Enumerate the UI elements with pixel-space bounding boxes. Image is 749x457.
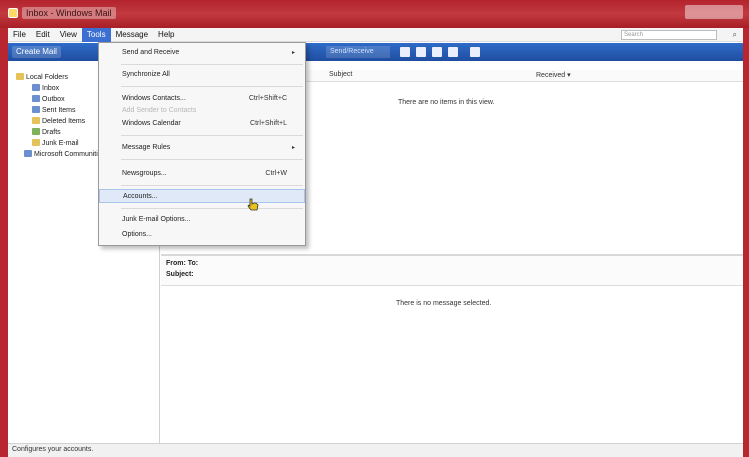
menu-separator	[121, 208, 303, 209]
contacts-icon[interactable]	[432, 47, 442, 57]
preview-from-to: From: To:	[166, 260, 199, 267]
window-controls[interactable]	[685, 5, 743, 19]
folder-sent[interactable]: Sent Items	[32, 106, 75, 114]
shortcut-label: Ctrl+Shift+L	[250, 120, 287, 127]
status-bar: Configures your accounts.	[8, 443, 743, 457]
title-bar: Inbox - Windows Mail	[0, 0, 749, 28]
window-frame-left	[0, 28, 8, 457]
menu-view[interactable]: View	[55, 28, 82, 42]
folder-drafts[interactable]: Drafts	[32, 128, 61, 136]
menu-separator	[121, 135, 303, 136]
empty-list-message: There are no items in this view.	[398, 99, 495, 106]
outbox-icon	[32, 95, 40, 102]
preview-header: From: To: Subject:	[161, 256, 743, 286]
no-message-text: There is no message selected.	[396, 300, 492, 307]
menu-item-sync-all[interactable]: Synchronize All	[99, 68, 305, 82]
folder-list-icon[interactable]	[470, 47, 480, 57]
search-icon[interactable]: ⌕	[733, 30, 737, 40]
window-frame-right	[743, 28, 749, 457]
inbox-icon	[32, 84, 40, 91]
window-title: Inbox - Windows Mail	[22, 7, 116, 19]
trash-icon	[32, 117, 40, 124]
menu-help[interactable]: Help	[153, 28, 179, 42]
folder-icon	[16, 73, 24, 80]
mail-app-icon	[8, 8, 18, 18]
hand-cursor-icon	[247, 198, 259, 211]
sort-desc-icon: ▾	[567, 72, 571, 79]
menu-item-accounts[interactable]: Accounts...	[99, 189, 305, 203]
status-text: Configures your accounts.	[12, 446, 94, 453]
shortcut-label: Ctrl+W	[265, 170, 287, 177]
menu-item-calendar[interactable]: Windows Calendar Ctrl+Shift+L	[99, 117, 305, 131]
menu-bar: File Edit View Tools Message Help Search…	[8, 27, 743, 42]
menu-file[interactable]: File	[8, 28, 31, 42]
menu-item-message-rules[interactable]: Message Rules ▸	[99, 141, 305, 155]
menu-item-newsgroups[interactable]: Newsgroups... Ctrl+W	[99, 167, 305, 181]
menu-message[interactable]: Message	[111, 28, 153, 42]
search-input[interactable]: Search	[621, 30, 717, 40]
drafts-icon	[32, 128, 40, 135]
communities-icon	[24, 150, 32, 157]
folder-junk[interactable]: Junk E-mail	[32, 139, 79, 147]
junk-icon	[32, 139, 40, 146]
menu-item-junk-options[interactable]: Junk E-mail Options...	[99, 213, 305, 227]
column-received[interactable]: Received ▾	[536, 71, 571, 79]
address-book-icon[interactable]	[400, 47, 410, 57]
create-mail-button[interactable]: Create Mail	[12, 46, 61, 58]
menu-item-add-sender: Add Sender to Contacts	[122, 107, 197, 114]
menu-separator	[121, 185, 303, 186]
menu-edit[interactable]: Edit	[31, 28, 55, 42]
sent-icon	[32, 106, 40, 113]
menu-item-options[interactable]: Options...	[99, 228, 305, 242]
folder-local[interactable]: Local Folders	[16, 73, 68, 81]
menu-tools[interactable]: Tools	[81, 27, 111, 42]
submenu-arrow-icon: ▸	[291, 145, 295, 151]
preview-subject: Subject:	[166, 271, 194, 278]
tools-menu: Send and Receive ▸ Synchronize All Window…	[98, 42, 306, 246]
calendar-icon[interactable]	[416, 47, 426, 57]
folder-outbox[interactable]: Outbox	[32, 95, 65, 103]
menu-item-send-receive[interactable]: Send and Receive ▸	[99, 46, 305, 60]
folder-deleted[interactable]: Deleted Items	[32, 117, 85, 125]
menu-separator	[121, 64, 303, 65]
find-icon[interactable]	[448, 47, 458, 57]
menu-separator	[121, 86, 303, 87]
column-subject[interactable]: Subject	[329, 71, 352, 78]
send-receive-button[interactable]: Send/Receive	[326, 46, 390, 58]
folder-communities[interactable]: Microsoft Communities	[24, 150, 105, 158]
folder-inbox[interactable]: Inbox	[32, 84, 59, 92]
submenu-arrow-icon: ▸	[291, 50, 295, 56]
menu-separator	[121, 159, 303, 160]
